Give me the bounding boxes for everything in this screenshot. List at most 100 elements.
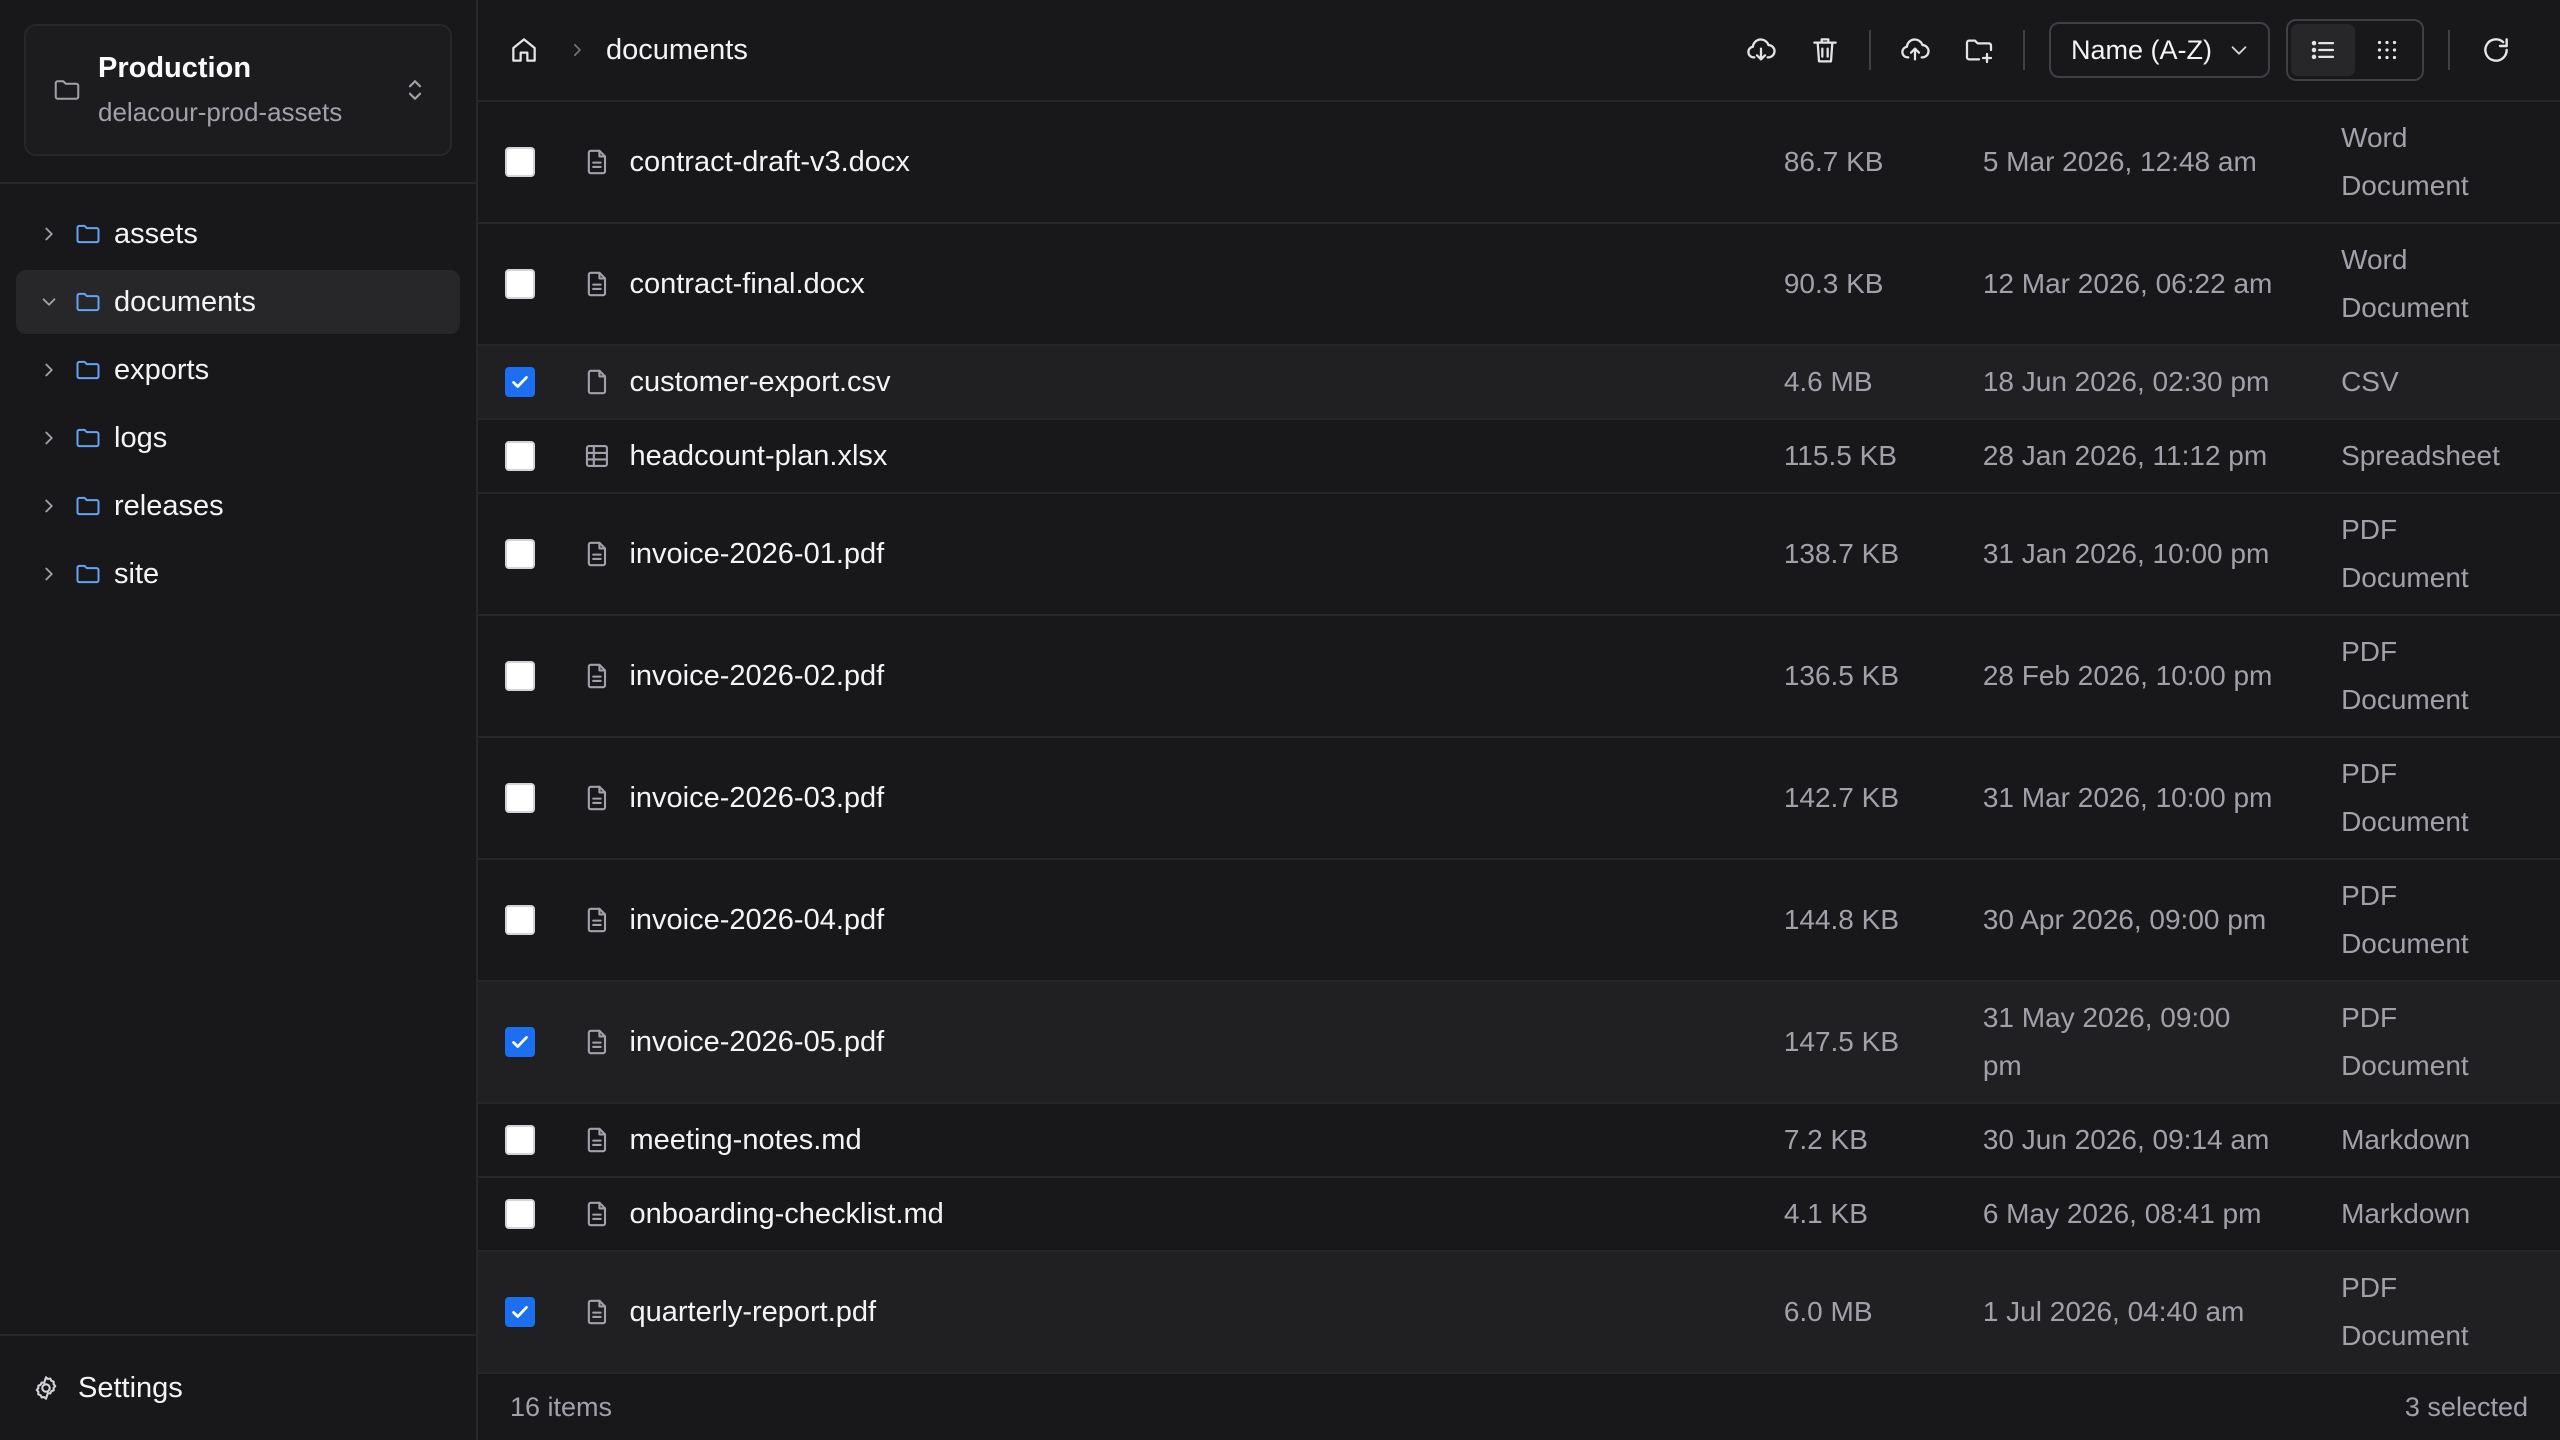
- file-modified-date: 12 Mar 2026, 06:22 am: [1983, 260, 2341, 308]
- file-row[interactable]: invoice-2026-03.pdf 142.7 KB 31 Mar 2026, …: [478, 738, 2560, 860]
- home-icon[interactable]: [508, 34, 540, 66]
- row-checkbox[interactable]: [504, 269, 535, 299]
- status-bar: 16 items 3 selected: [478, 1374, 2560, 1440]
- file-row[interactable]: onboarding-checklist.md 4.1 KB 6 May 2026,…: [478, 1178, 2560, 1252]
- file-size: 6.0 MB: [1783, 1296, 1873, 1327]
- row-checkbox[interactable]: [504, 783, 535, 813]
- grid-view-button[interactable]: [2355, 24, 2419, 76]
- sort-label: Name (A-Z): [2071, 34, 2212, 65]
- tree-item-label: logs: [114, 421, 168, 454]
- date-line: 6 May 2026, 08:41 pm: [1982, 1198, 2262, 1229]
- list-view-button[interactable]: [2291, 24, 2355, 76]
- download-button[interactable]: [1729, 18, 1793, 82]
- tree-item-releases[interactable]: releases: [16, 474, 460, 538]
- file-size: 4.6 MB: [1783, 366, 1873, 397]
- file-modified-date: 31 May 2026, 09:00 pm: [1983, 994, 2341, 1090]
- tree-item-logs[interactable]: logs: [16, 406, 460, 470]
- tree-item-assets[interactable]: assets: [16, 202, 460, 266]
- bucket-selector[interactable]: Production delacour-prod-assets: [24, 24, 452, 156]
- tree-item-site[interactable]: site: [16, 542, 460, 606]
- row-checkbox[interactable]: [504, 147, 535, 177]
- file-name[interactable]: customer-export.csv: [629, 366, 1783, 399]
- bucket-name: Production: [98, 52, 252, 84]
- file-row[interactable]: invoice-2026-01.pdf 138.7 KB 31 Jan 2026, …: [478, 494, 2560, 616]
- file-row[interactable]: invoice-2026-02.pdf 136.5 KB 28 Feb 2026, …: [478, 616, 2560, 738]
- type-line: Markdown: [2341, 1198, 2471, 1229]
- file-name[interactable]: onboarding-checklist.md: [629, 1198, 1783, 1231]
- file-size: 90.3 KB: [1783, 268, 1884, 299]
- file-type: Spreadsheet: [2341, 432, 2560, 480]
- trash-icon: [1813, 38, 1837, 63]
- row-checkbox[interactable]: [504, 905, 535, 935]
- type-line: CSV: [2341, 366, 2399, 397]
- file-row[interactable]: quarterly-report.pdf 6.0 MB 1 Jul 2026, 04…: [478, 1252, 2560, 1374]
- row-checkbox[interactable]: [504, 1199, 535, 1229]
- checkmark-icon: [512, 1036, 528, 1048]
- file-name[interactable]: contract-final.docx: [629, 268, 1783, 301]
- document-icon: [587, 1299, 606, 1325]
- selected-count: 3 selected: [2404, 1391, 2528, 1422]
- file-row[interactable]: invoice-2026-05.pdf 147.5 KB 31 May 2026, …: [478, 982, 2560, 1104]
- file-row[interactable]: headcount-plan.xlsx 115.5 KB 28 Jan 2026, …: [478, 420, 2560, 494]
- date-line: 28 Jan 2026, 11:12 pm: [1982, 440, 2268, 471]
- file-name[interactable]: invoice-2026-05.pdf: [629, 1026, 1783, 1059]
- type-line: Document: [2341, 928, 2469, 959]
- type-line: Document: [2341, 1050, 2469, 1081]
- file-row[interactable]: invoice-2026-04.pdf 144.8 KB 30 Apr 2026, …: [478, 860, 2560, 982]
- row-checkbox[interactable]: [504, 1125, 535, 1155]
- bucket-selector-wrap: Production delacour-prod-assets: [0, 0, 476, 184]
- tree-item-exports[interactable]: exports: [16, 338, 460, 402]
- checkbox-cell: [478, 539, 558, 569]
- type-line: Word: [2341, 122, 2408, 153]
- file-row[interactable]: meeting-notes.md 7.2 KB 30 Jun 2026, 09:14…: [478, 1104, 2560, 1178]
- file-name[interactable]: invoice-2026-01.pdf: [629, 538, 1783, 571]
- file-type: Word Document: [2341, 236, 2560, 332]
- checkbox-cell: [478, 783, 558, 813]
- file-name[interactable]: invoice-2026-04.pdf: [629, 904, 1783, 937]
- file-row[interactable]: contract-draft-v3.docx 86.7 KB 5 Mar 2026,…: [478, 102, 2560, 224]
- chevron-right-icon: [45, 499, 53, 513]
- row-checkbox[interactable]: [504, 1027, 535, 1057]
- tree-item-documents[interactable]: documents: [16, 270, 460, 334]
- settings-button[interactable]: Settings: [0, 1334, 476, 1440]
- file-name[interactable]: quarterly-report.pdf: [629, 1296, 1783, 1329]
- file-name[interactable]: invoice-2026-02.pdf: [629, 660, 1783, 693]
- file-name[interactable]: invoice-2026-03.pdf: [629, 782, 1783, 815]
- breadcrumb: documents: [508, 34, 1729, 67]
- date-line: 28 Feb 2026, 10:00 pm: [1982, 660, 2273, 691]
- file-row[interactable]: customer-export.csv 4.6 MB 18 Jun 2026, 02…: [478, 346, 2560, 420]
- row-checkbox[interactable]: [504, 539, 535, 569]
- type-line: PDF: [2341, 636, 2398, 667]
- chevron-down-icon: [2231, 46, 2247, 55]
- file-name[interactable]: meeting-notes.md: [629, 1124, 1783, 1157]
- chevron-right-icon: [45, 363, 53, 377]
- folder-icon: [76, 292, 100, 312]
- file-size: 136.5 KB: [1783, 660, 1900, 691]
- sort-dropdown[interactable]: Name (A-Z): [2049, 22, 2270, 78]
- checkbox-cell: [478, 269, 558, 299]
- tree-item-label: assets: [114, 217, 198, 250]
- upload-button[interactable]: [1883, 18, 1947, 82]
- breadcrumb-current[interactable]: documents: [606, 34, 748, 67]
- file-row[interactable]: contract-final.docx 90.3 KB 12 Mar 2026, 0…: [478, 224, 2560, 346]
- toolbar: documents Name (A-Z): [478, 0, 2560, 102]
- delete-button[interactable]: [1793, 18, 1857, 82]
- tree-item-label: documents: [114, 285, 256, 318]
- file-type: PDF Document: [2341, 506, 2560, 602]
- new-folder-button[interactable]: [1947, 18, 2011, 82]
- cloud-upload-icon: [1901, 38, 1930, 61]
- refresh-button[interactable]: [2464, 18, 2528, 82]
- tree-item-label: releases: [114, 489, 224, 522]
- toolbar-divider: [2448, 30, 2450, 70]
- file-modified-date: 6 May 2026, 08:41 pm: [1983, 1190, 2341, 1238]
- file-type: PDF Document: [2341, 872, 2560, 968]
- date-line: pm: [1982, 1050, 2022, 1081]
- row-checkbox[interactable]: [504, 1297, 535, 1327]
- file-type: PDF Document: [2341, 1264, 2560, 1360]
- file-name[interactable]: contract-draft-v3.docx: [629, 146, 1783, 179]
- row-checkbox[interactable]: [504, 441, 535, 471]
- date-line: 12 Mar 2026, 06:22 am: [1982, 268, 2273, 299]
- row-checkbox[interactable]: [504, 367, 535, 397]
- file-name[interactable]: headcount-plan.xlsx: [629, 440, 1783, 473]
- row-checkbox[interactable]: [504, 661, 535, 691]
